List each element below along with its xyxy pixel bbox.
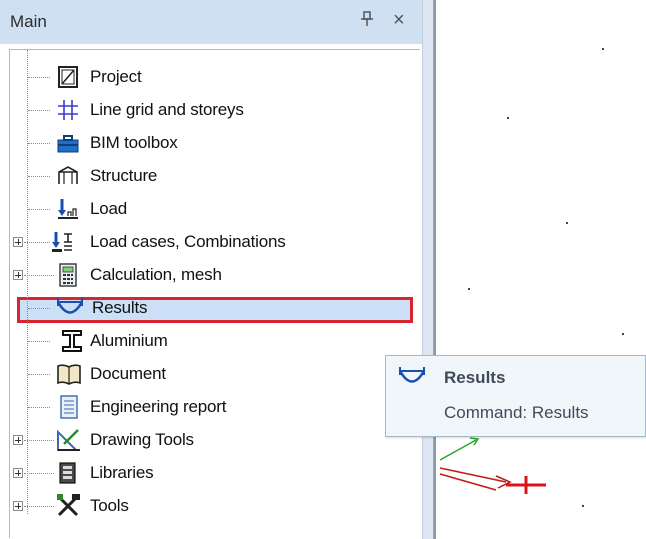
expand-icon[interactable] <box>13 270 23 280</box>
tree-item-tools[interactable]: Tools <box>10 491 420 523</box>
tree-item-label: Document <box>90 364 166 383</box>
results-icon <box>56 297 84 321</box>
tree-item-bim-toolbox[interactable]: BIM toolbox <box>10 128 420 160</box>
main-panel: Main × Project Line grid and storeys BIM… <box>0 0 422 539</box>
tree-item-label: Load cases, Combinations <box>90 232 286 251</box>
tree-item-structure[interactable]: Structure <box>10 161 420 193</box>
line-grid-icon <box>56 98 80 122</box>
aluminium-icon <box>60 329 84 353</box>
tree-item-document[interactable]: Document <box>10 359 420 391</box>
results-icon <box>398 366 426 386</box>
grid-point <box>468 288 470 290</box>
tree-item-load[interactable]: Load <box>10 194 420 226</box>
project-icon <box>56 65 80 89</box>
grid-point <box>566 222 568 224</box>
expand-icon[interactable] <box>13 237 23 247</box>
tree-item-label: Tools <box>90 496 129 515</box>
tree-item-label: Structure <box>90 166 158 185</box>
tree-view: Project Line grid and storeys BIM toolbo… <box>9 49 420 538</box>
panel-header: Main × <box>0 0 422 44</box>
panel-title: Main <box>10 12 47 31</box>
expand-icon[interactable] <box>13 501 23 511</box>
load-icon <box>56 197 80 221</box>
tree-item-label: Project <box>90 67 142 86</box>
tree-item-label: Aluminium <box>90 331 168 350</box>
tree-item-label: BIM toolbox <box>90 133 178 152</box>
tooltip-command: Command: Results <box>444 403 589 422</box>
tree-item-label: Line grid and storeys <box>90 100 244 119</box>
tree-item-label: Calculation, mesh <box>90 265 222 284</box>
drawing-tools-icon <box>56 428 80 452</box>
document-icon <box>56 362 81 386</box>
grid-point <box>602 48 604 50</box>
tree-item-label: Drawing Tools <box>90 430 194 449</box>
tree-item-results[interactable]: Results <box>10 293 420 325</box>
tree-item-aluminium[interactable]: Aluminium <box>10 326 420 358</box>
tools-icon <box>56 494 80 518</box>
tree-item-line-grid[interactable]: Line grid and storeys <box>10 95 420 127</box>
load-cases-icon <box>50 230 74 254</box>
toolbox-icon <box>56 131 80 155</box>
tree-item-libraries[interactable]: Libraries <box>10 458 420 490</box>
tree-item-label: Engineering report <box>90 397 227 416</box>
structure-icon <box>56 164 80 188</box>
results-tooltip: Results Command: Results <box>385 355 646 437</box>
tree-item-project[interactable]: Project <box>10 62 420 94</box>
grid-point <box>507 117 509 119</box>
pin-icon[interactable] <box>360 10 374 32</box>
tree-item-label: Libraries <box>90 463 154 482</box>
tree-item-calculation-mesh[interactable]: Calculation, mesh <box>10 260 420 292</box>
grid-point <box>582 505 584 507</box>
model-viewport[interactable] <box>436 0 646 539</box>
panel-splitter[interactable] <box>422 0 434 539</box>
tree-item-engineering-report[interactable]: Engineering report <box>10 392 420 424</box>
tree-item-label: Results <box>92 298 148 317</box>
expand-icon[interactable] <box>13 468 23 478</box>
tooltip-title: Results <box>444 368 506 387</box>
tree-item-load-cases[interactable]: Load cases, Combinations <box>10 227 420 259</box>
load-arrows-graphic <box>439 437 546 494</box>
expand-icon[interactable] <box>13 435 23 445</box>
tree-item-label: Load <box>90 199 128 218</box>
grid-point <box>622 333 624 335</box>
calculator-icon <box>56 263 80 287</box>
close-icon[interactable]: × <box>393 10 405 30</box>
tree-item-drawing-tools[interactable]: Drawing Tools <box>10 425 420 457</box>
libraries-icon <box>56 461 80 485</box>
report-icon <box>58 395 82 419</box>
